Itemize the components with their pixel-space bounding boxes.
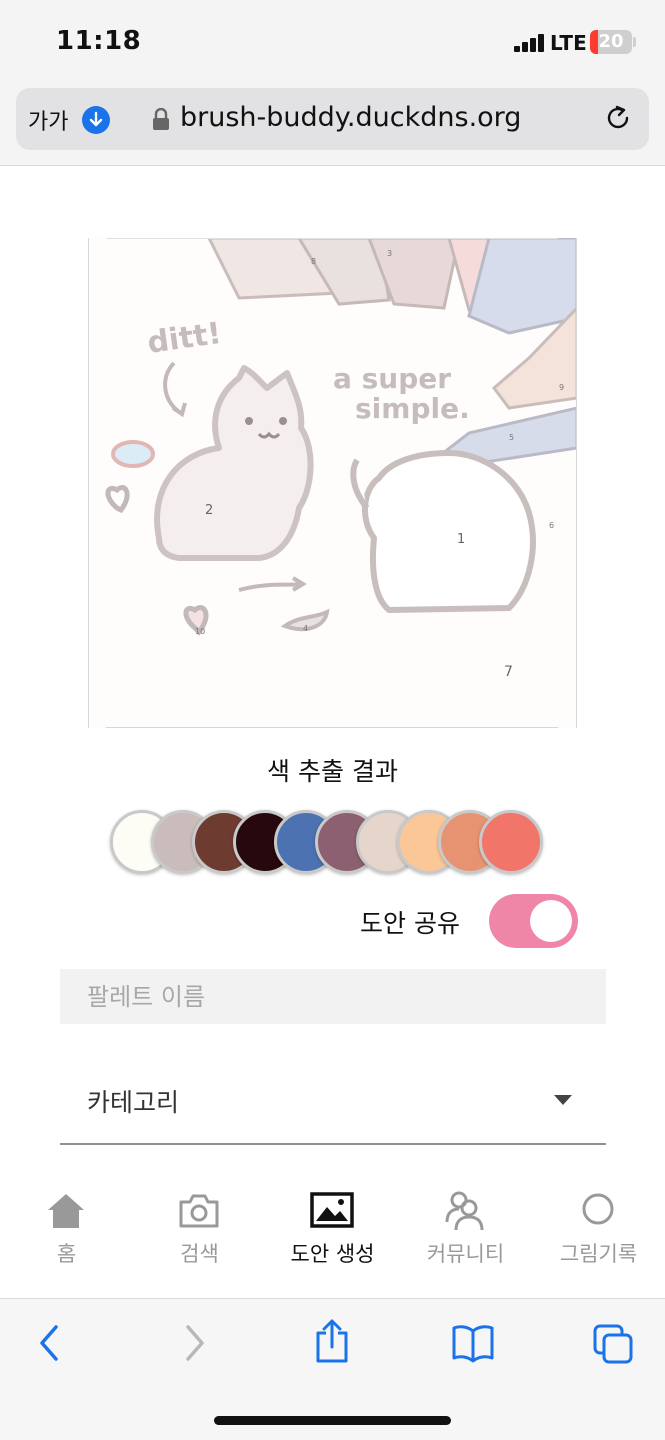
nav-create-design[interactable]: 도안 생성: [266, 1180, 399, 1280]
extraction-result-title: 색 추출 결과: [267, 757, 398, 786]
download-icon[interactable]: [82, 106, 110, 134]
region-number: 9: [559, 383, 564, 392]
region-number: 6: [549, 521, 554, 530]
image-icon: [310, 1192, 354, 1228]
battery-level: 20: [598, 31, 624, 52]
nav-label: 도안 생성: [290, 1242, 375, 1266]
url-text[interactable]: brush-buddy.duckdns.org: [180, 102, 521, 133]
forward-icon[interactable]: [180, 1321, 208, 1365]
region-number: 8: [311, 257, 316, 266]
region-number: 10: [195, 627, 205, 636]
left-kitten: [154, 365, 314, 561]
preview-border-bottom: [106, 727, 558, 728]
nav-label: 커뮤니티: [426, 1242, 505, 1266]
share-design-toggle[interactable]: [489, 894, 578, 948]
share-design-label: 도안 공유: [360, 909, 460, 938]
region-number: 5: [509, 433, 514, 442]
nav-label: 홈: [56, 1242, 77, 1266]
caret-down-icon: [554, 1095, 572, 1105]
share-icon[interactable]: [313, 1317, 351, 1365]
battery-tip: [633, 37, 636, 47]
palette-name-input[interactable]: [60, 969, 606, 1024]
back-icon[interactable]: [36, 1321, 64, 1365]
handwriting-ditt: ditt!: [145, 316, 223, 361]
home-indicator: [214, 1416, 451, 1425]
nav-drawing-history[interactable]: 그림기록: [532, 1180, 665, 1280]
nav-home[interactable]: 홈: [0, 1180, 133, 1280]
lock-icon: [152, 107, 170, 130]
handwriting-super: a super: [333, 362, 451, 395]
bookmarks-icon[interactable]: [451, 1323, 495, 1363]
circle-icon: [582, 1193, 614, 1225]
region-number: 4: [303, 624, 308, 633]
reload-icon[interactable]: [603, 103, 633, 133]
region-number: 7: [504, 664, 513, 680]
coloring-page-preview: ditt! a super simple. 2 1 7 10 4 5 8 3 9…: [88, 238, 577, 728]
color-swatch-row: [110, 810, 550, 876]
right-kitten: [350, 450, 536, 613]
home-icon: [48, 1194, 84, 1228]
browser-toolbar: [0, 1298, 665, 1440]
nav-search[interactable]: 검색: [133, 1180, 266, 1280]
community-icon: [445, 1191, 484, 1231]
color-swatch[interactable]: [479, 810, 543, 874]
text-size-button[interactable]: 가가: [28, 104, 68, 136]
category-label: 카테고리: [87, 1088, 180, 1117]
region-number: 1: [457, 532, 465, 547]
nav-community[interactable]: 커뮤니티: [399, 1180, 532, 1280]
toggle-knob: [530, 900, 572, 942]
category-select[interactable]: 카테고리: [60, 1065, 606, 1145]
camera-icon: [179, 1194, 219, 1228]
region-number: 3: [387, 249, 392, 258]
region-number: 2: [205, 503, 213, 518]
status-time: 11:18: [56, 26, 142, 56]
battery-icon: 20: [590, 30, 632, 54]
signal-icon: [514, 34, 546, 52]
nav-label: 검색: [180, 1242, 219, 1266]
preview-border-top: [106, 238, 558, 239]
handwriting-simple: simple.: [355, 392, 470, 425]
nav-label: 그림기록: [559, 1242, 638, 1266]
tabs-icon[interactable]: [592, 1323, 634, 1365]
network-type: LTE: [550, 31, 587, 55]
app-bottom-nav: 홈 검색 도안 생성 커뮤니티 그림기록: [0, 1180, 665, 1298]
